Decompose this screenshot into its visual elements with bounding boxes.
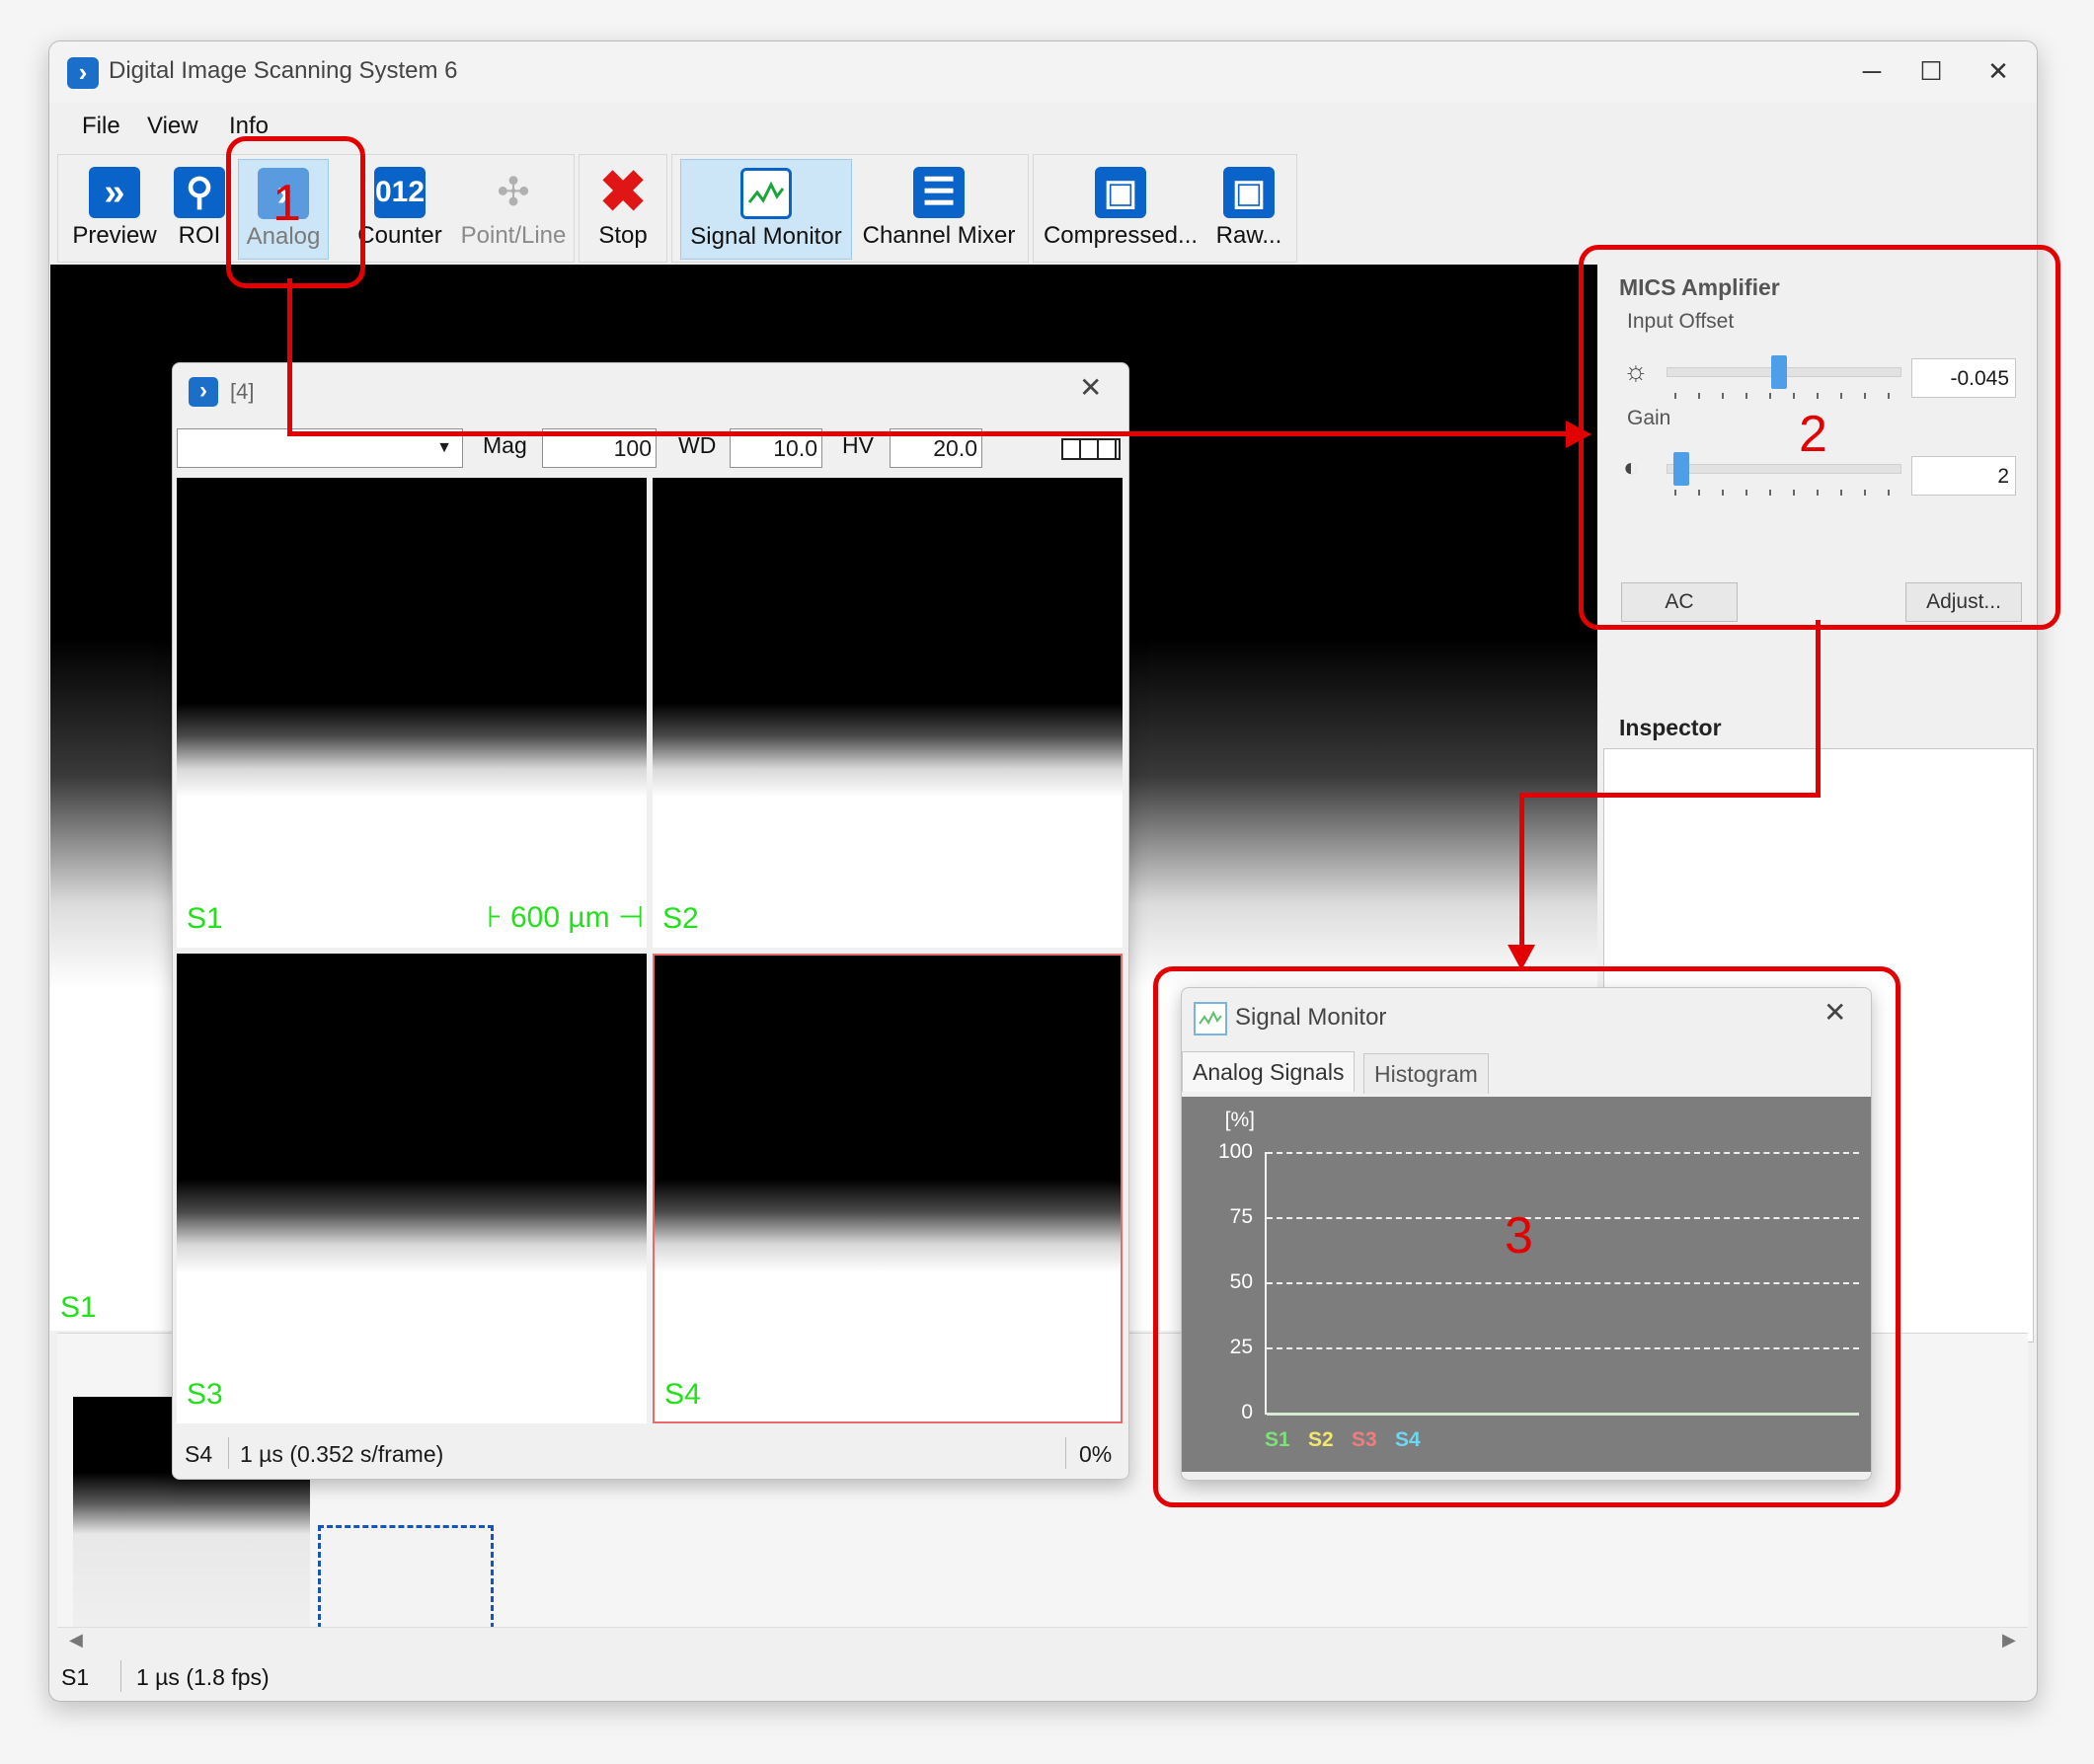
toolbar-group-stop: ✖ Stop — [579, 154, 667, 263]
maximize-button[interactable]: ☐ — [1903, 49, 1959, 93]
quad-s2[interactable]: S2 — [653, 478, 1123, 948]
annotation-line-2b — [1519, 793, 1821, 798]
save-compressed-button[interactable]: ▣ Compressed... — [1042, 159, 1200, 258]
channel-mixer-button[interactable]: ☰ Channel Mixer — [856, 159, 1022, 258]
title-bar: › Digital Image Scanning System 6 ─ ☐ ✕ — [49, 41, 2037, 103]
minimize-button[interactable]: ─ — [1844, 49, 1900, 93]
horizontal-scrollbar[interactable]: ◀ ▶ — [57, 1627, 2028, 1655]
signal-monitor-button[interactable]: Signal Monitor — [680, 159, 852, 260]
hv-label: HV — [842, 432, 874, 458]
point-line-sparkle-icon: ✣ — [497, 171, 530, 214]
status-bar: S1 1 µs (1.8 fps) — [49, 1656, 2037, 1700]
quad-window-title: [4] — [230, 379, 255, 404]
roi-button[interactable]: ⚲ ROI — [169, 159, 230, 258]
quad-window-logo-icon: › — [189, 377, 218, 407]
menu-file[interactable]: File — [82, 113, 120, 140]
floppy-disk-icon: ▣ — [1095, 167, 1146, 218]
scale-bar: ⊦ 600 µm ⊣ — [487, 901, 645, 934]
quad-status-progress: 0% — [1079, 1441, 1113, 1467]
annotation-number-2: 2 — [1799, 406, 1827, 463]
status-channel: S1 — [61, 1664, 90, 1690]
annotation-line-1a — [287, 278, 292, 436]
inspector-title: Inspector — [1619, 715, 1722, 740]
counter-button[interactable]: 012 Counter — [350, 159, 449, 258]
preview-icon: » — [89, 167, 140, 218]
scroll-right-icon[interactable]: ▶ — [2002, 1630, 2016, 1650]
toolbar-group-tools: Signal Monitor ☰ Channel Mixer — [671, 154, 1029, 263]
roi-magnifier-icon: ⚲ — [174, 167, 225, 218]
viewport-channel-label: S1 — [60, 1291, 97, 1324]
quad-s1-label: S1 — [187, 902, 223, 935]
point-line-button[interactable]: ✣ Point/Line — [457, 159, 570, 258]
quad-s3-label: S3 — [187, 1378, 223, 1411]
wd-label: WD — [678, 432, 717, 458]
channel-mixer-sliders-icon: ☰ — [913, 167, 965, 218]
annotation-line-2c — [1519, 793, 1524, 951]
annotation-number-3: 3 — [1505, 1207, 1533, 1265]
quad-s4-label: S4 — [664, 1378, 701, 1411]
close-button[interactable]: ✕ — [1971, 49, 2026, 93]
quad-status-channel: S4 — [185, 1441, 213, 1467]
annotation-line-2a — [1816, 620, 1821, 798]
stop-x-icon: ✖ — [598, 160, 648, 224]
status-timing: 1 µs (1.8 fps) — [136, 1664, 270, 1690]
toolbar-group-save: ▣ Compressed... ▣ Raw... — [1033, 154, 1297, 263]
save-raw-button[interactable]: ▣ Raw... — [1207, 159, 1290, 258]
quad-view-window: › [4] ✕ ▼ Mag 100 WD 10.0 HV 20.0 S1 ⊦ 6… — [172, 362, 1129, 1480]
thumbnail-selected-placeholder[interactable] — [318, 1525, 494, 1638]
app-logo-icon: › — [67, 57, 99, 89]
mag-label: Mag — [483, 432, 527, 458]
annotation-number-1: 1 — [272, 175, 301, 232]
menu-view[interactable]: View — [147, 113, 198, 140]
annotation-line-1b — [287, 431, 1569, 436]
quad-status-timing: 1 µs (0.352 s/frame) — [240, 1441, 444, 1467]
preview-button[interactable]: » Preview — [62, 159, 167, 258]
quad-s1[interactable]: S1 ⊦ 600 µm ⊣ — [177, 478, 647, 948]
quad-s4-selected[interactable]: S4 — [653, 954, 1123, 1423]
floppy-disk-icon: ▣ — [1223, 167, 1275, 218]
quad-window-close-button[interactable]: ✕ — [1079, 371, 1102, 404]
quad-s3[interactable]: S3 — [177, 954, 647, 1423]
signal-monitor-icon — [740, 168, 792, 219]
scroll-left-icon[interactable]: ◀ — [69, 1630, 83, 1650]
quad-window-status-bar: S4 1 µs (0.352 s/frame) 0% — [173, 1429, 1128, 1479]
quad-s2-label: S2 — [662, 902, 699, 935]
layout-grid-icon[interactable] — [1061, 438, 1121, 460]
window-title: Digital Image Scanning System 6 — [109, 57, 458, 84]
stop-button[interactable]: ✖ Stop — [583, 159, 662, 258]
counter-digits-icon: 012 — [374, 167, 426, 218]
